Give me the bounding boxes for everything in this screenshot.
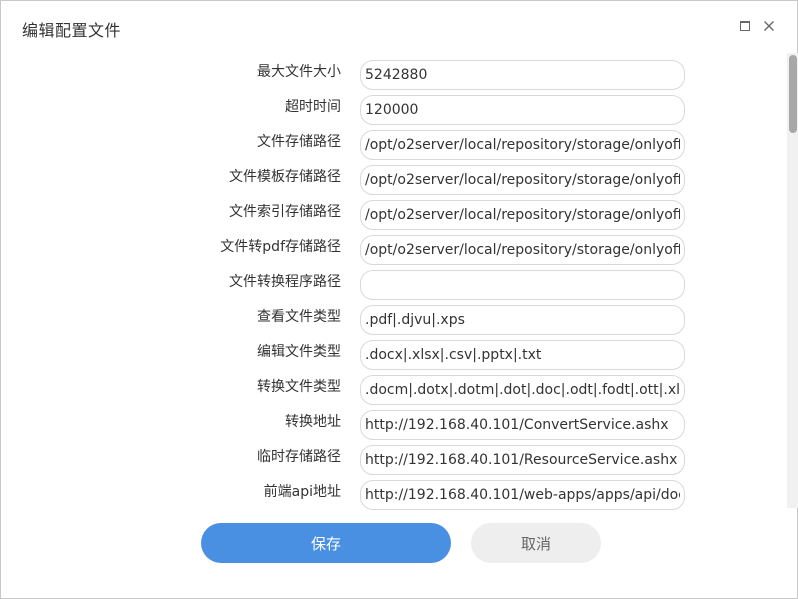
file-storage-path-input[interactable] bbox=[365, 131, 680, 159]
config-edit-dialog: 编辑配置文件 最大文件大小 超时时间 文件存储路径 bbox=[0, 0, 798, 599]
template-storage-path-input[interactable] bbox=[365, 166, 680, 194]
index-storage-path-field-wrap bbox=[360, 200, 685, 230]
file-storage-path-label: 文件存储路径 bbox=[257, 134, 341, 150]
timeout-input[interactable] bbox=[365, 96, 680, 124]
temp-storage-path-field-wrap bbox=[360, 445, 685, 475]
timeout-label: 超时时间 bbox=[285, 99, 341, 115]
cancel-button[interactable]: 取消 bbox=[471, 523, 601, 563]
view-file-types-label: 查看文件类型 bbox=[257, 309, 341, 325]
template-storage-path-label: 文件模板存储路径 bbox=[229, 169, 341, 185]
frontend-api-url-field-wrap bbox=[360, 480, 685, 510]
row-timeout: 超时时间 bbox=[1, 92, 787, 127]
row-convert-file-types: 转换文件类型 bbox=[1, 372, 787, 407]
row-view-file-types: 查看文件类型 bbox=[1, 302, 787, 337]
converter-path-label: 文件转换程序路径 bbox=[229, 274, 341, 290]
pdf-storage-path-input[interactable] bbox=[365, 236, 680, 264]
temp-storage-path-label: 临时存储路径 bbox=[257, 449, 341, 465]
edit-file-types-input[interactable] bbox=[365, 341, 680, 369]
convert-url-input[interactable] bbox=[365, 411, 680, 439]
file-storage-path-field-wrap bbox=[360, 130, 685, 160]
max-file-size-label: 最大文件大小 bbox=[257, 64, 341, 80]
row-convert-url: 转换地址 bbox=[1, 407, 787, 442]
convert-url-label: 转换地址 bbox=[285, 414, 341, 430]
row-max-file-size: 最大文件大小 bbox=[1, 57, 787, 92]
row-file-storage-path: 文件存储路径 bbox=[1, 127, 787, 162]
frontend-api-url-label: 前端api地址 bbox=[263, 484, 341, 500]
row-index-storage-path: 文件索引存储路径 bbox=[1, 197, 787, 232]
max-file-size-field-wrap bbox=[360, 60, 685, 90]
vertical-scrollbar[interactable] bbox=[787, 53, 798, 508]
close-icon bbox=[764, 21, 774, 31]
template-storage-path-field-wrap bbox=[360, 165, 685, 195]
convert-file-types-label: 转换文件类型 bbox=[257, 379, 341, 395]
row-frontend-api-url: 前端api地址 bbox=[1, 477, 787, 512]
max-file-size-input[interactable] bbox=[365, 61, 680, 89]
row-converter-path: 文件转换程序路径 bbox=[1, 267, 787, 302]
temp-storage-path-input[interactable] bbox=[365, 446, 680, 474]
converter-path-input[interactable] bbox=[365, 271, 680, 299]
index-storage-path-label: 文件索引存储路径 bbox=[229, 204, 341, 220]
pdf-storage-path-label: 文件转pdf存储路径 bbox=[220, 239, 341, 255]
row-pdf-storage-path: 文件转pdf存储路径 bbox=[1, 232, 787, 267]
pdf-storage-path-field-wrap bbox=[360, 235, 685, 265]
timeout-field-wrap bbox=[360, 95, 685, 125]
convert-url-field-wrap bbox=[360, 410, 685, 440]
save-button[interactable]: 保存 bbox=[201, 523, 451, 563]
close-button[interactable] bbox=[762, 19, 776, 33]
index-storage-path-input[interactable] bbox=[365, 201, 680, 229]
row-temp-storage-path: 临时存储路径 bbox=[1, 442, 787, 477]
frontend-api-url-input[interactable] bbox=[365, 481, 680, 509]
dialog-title: 编辑配置文件 bbox=[22, 21, 122, 40]
view-file-types-input[interactable] bbox=[365, 306, 680, 334]
row-template-storage-path: 文件模板存储路径 bbox=[1, 162, 787, 197]
scrollbar-thumb[interactable] bbox=[789, 55, 797, 133]
row-edit-file-types: 编辑文件类型 bbox=[1, 337, 787, 372]
edit-file-types-label: 编辑文件类型 bbox=[257, 344, 341, 360]
convert-file-types-field-wrap bbox=[360, 375, 685, 405]
edit-file-types-field-wrap bbox=[360, 340, 685, 370]
convert-file-types-input[interactable] bbox=[365, 376, 680, 404]
maximize-button[interactable] bbox=[738, 19, 752, 33]
converter-path-field-wrap bbox=[360, 270, 685, 300]
maximize-icon bbox=[740, 21, 750, 31]
view-file-types-field-wrap bbox=[360, 305, 685, 335]
